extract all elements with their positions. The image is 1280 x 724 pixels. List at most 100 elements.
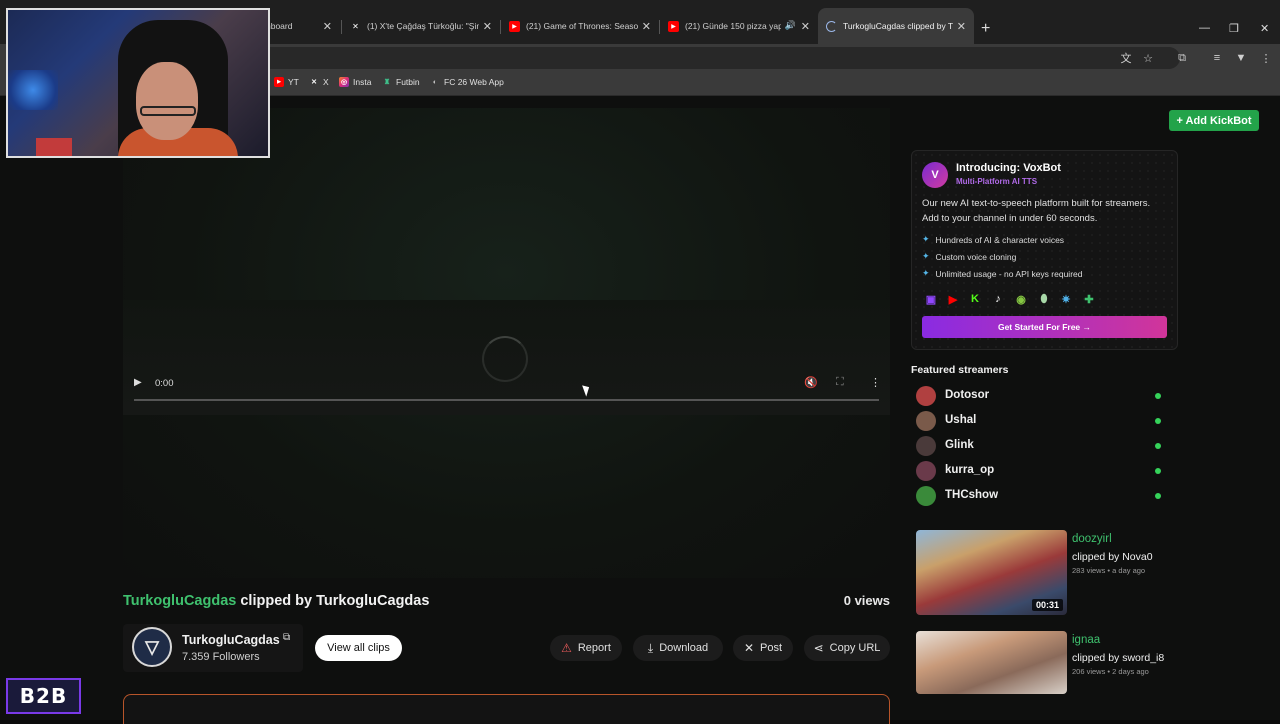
share-icon: ⋖ — [813, 641, 824, 655]
promo-feature: ✦ Unlimited usage - no API keys required — [922, 268, 1082, 279]
mute-icon[interactable]: 🔇 — [804, 376, 818, 389]
video-progress-bar[interactable] — [134, 399, 879, 401]
close-icon[interactable]: ✕ — [642, 20, 651, 33]
copy-url-button[interactable]: ⋖ Copy URL — [804, 635, 890, 661]
featured-streamer[interactable]: THCshow — [916, 486, 1166, 506]
loading-spinner-icon — [482, 336, 528, 382]
bookmark-futbin[interactable]: ♜ Futbin — [382, 77, 420, 87]
promo-feature: ✦ Custom voice cloning — [922, 251, 1016, 262]
pill-icon: ⬮ — [1040, 292, 1048, 305]
streamer-name: THCshow — [945, 489, 999, 501]
feature-label: Hundreds of AI & character voices — [935, 234, 1065, 245]
clip-thumbnail[interactable]: 00:31 — [916, 530, 1067, 615]
warning-icon: ⚠ — [561, 641, 572, 655]
view-all-clips-button[interactable]: View all clips — [315, 635, 402, 661]
add-kickbot-button[interactable]: + Add KickBot — [1169, 110, 1259, 131]
featured-streamer[interactable]: kurra_op — [916, 461, 1166, 481]
channel-logo-icon: ▽ — [145, 636, 159, 657]
bookmark-fc26[interactable]: ◐ FC 26 Web App — [430, 77, 504, 87]
bookmark-insta[interactable]: ◎ Insta — [339, 77, 371, 87]
close-icon[interactable]: ✕ — [483, 20, 492, 33]
bookmark-label: Insta — [353, 77, 372, 87]
profile-icon[interactable]: ▼ — [1235, 52, 1247, 64]
voxbot-logo-icon: V — [922, 162, 948, 188]
clip-title: TurkogluCagdas clipped by TurkogluCagdas — [123, 593, 429, 609]
live-indicator — [1155, 418, 1161, 424]
loading-spinner-icon — [826, 20, 837, 32]
avatar — [916, 411, 936, 431]
close-window-button[interactable]: ✕ — [1260, 22, 1269, 35]
maximize-button[interactable]: ❐ — [1229, 22, 1239, 35]
media-controls-icon[interactable]: ≡ — [1211, 52, 1223, 64]
streamer-name: kurra_op — [945, 464, 995, 476]
play-icon[interactable]: ▶ — [134, 377, 142, 388]
close-icon[interactable]: ✕ — [323, 20, 332, 33]
sparkle-icon: ✦ — [922, 234, 930, 244]
close-icon[interactable]: ✕ — [801, 20, 810, 33]
star-icon[interactable]: ☆ — [1142, 52, 1154, 65]
browser-tab[interactable]: ✕ (1) X'te Çağdaş Türkoğlu: "Şimd ✕ — [342, 8, 500, 44]
view-count: 0 views — [843, 593, 890, 608]
globe-icon: ◐ — [432, 78, 438, 86]
channel-avatar[interactable]: ▽ — [132, 627, 172, 667]
translate-icon[interactable]: 文 — [1120, 52, 1132, 65]
live-indicator — [1155, 468, 1161, 474]
new-tab-button[interactable]: + — [981, 20, 990, 38]
clip-thumbnail[interactable] — [916, 631, 1067, 694]
browser-tab[interactable]: ▶ (21) Günde 150 pizza yapıp 🔊 ✕ — [660, 8, 818, 44]
download-icon: ⤓ — [647, 640, 654, 655]
clip-channel-link[interactable]: TurkogluCagdas — [123, 593, 236, 609]
avatar — [916, 461, 936, 481]
promo-subtitle: Multi-Platform AI TTS — [956, 177, 1038, 186]
browser-tab[interactable]: nboard ✕ — [258, 8, 340, 44]
report-label: Report — [577, 642, 611, 654]
external-link-icon[interactable]: ⧉ — [283, 632, 290, 643]
featured-streamers-title: Featured streamers — [911, 364, 1009, 376]
report-button[interactable]: ⚠ Report — [550, 635, 622, 661]
close-icon[interactable]: ✕ — [957, 20, 966, 33]
browser-tab-active[interactable]: TurkogluCagdas clipped by Turk ✕ — [818, 8, 974, 44]
bookmark-x[interactable]: ✕ X — [309, 77, 329, 87]
x-icon: ✕ — [743, 641, 755, 655]
puzzle-icon: ✚ — [1084, 293, 1094, 306]
clip-clipped-by: clipped by TurkogluCagdas — [236, 593, 430, 609]
post-button[interactable]: ✕ Post — [733, 635, 793, 661]
promo-feature: ✦ Hundreds of AI & character voices — [922, 234, 1064, 245]
webcam-background-light — [8, 70, 58, 110]
download-button[interactable]: ⤓ Download — [633, 635, 723, 661]
address-bar[interactable] — [260, 47, 1180, 69]
extensions-icon[interactable]: ⧉ — [1176, 52, 1188, 64]
bookmark-yt[interactable]: ▶ YT — [274, 77, 299, 87]
youtube-icon: ▶ — [509, 20, 520, 32]
youtube-icon: ▶ — [668, 20, 679, 32]
featured-streamer[interactable]: Ushal — [916, 411, 1166, 431]
featured-streamer[interactable]: Dotosor — [916, 386, 1166, 406]
youtube-icon: ▶ — [274, 77, 284, 87]
download-label: Download — [659, 642, 709, 654]
live-indicator — [1155, 393, 1161, 399]
channel-name-link[interactable]: TurkogluCagdas — [182, 633, 280, 647]
copy-url-label: Copy URL — [829, 642, 881, 654]
promo-description: Our new AI text-to-speech platform built… — [922, 198, 1151, 224]
video-time: 0:00 — [155, 378, 174, 389]
rumble-icon: ◉ — [1016, 293, 1026, 306]
bookmark-label: FC 26 Web App — [444, 77, 504, 87]
get-started-button[interactable]: Get Started For Free → — [922, 316, 1167, 338]
bookmark-label: YT — [288, 77, 299, 87]
browser-tab[interactable]: ▶ (21) Game of Thrones: Season 6 ✕ — [501, 8, 659, 44]
futbin-icon: ♜ — [383, 79, 391, 86]
featured-streamer[interactable]: Glink — [916, 436, 1166, 456]
more-options-icon[interactable]: ⋮ — [870, 376, 881, 389]
twitch-icon: ▣ — [925, 293, 937, 306]
feature-label: Unlimited usage - no API keys required — [935, 268, 1083, 279]
minimize-button[interactable]: — — [1199, 22, 1210, 34]
clip-channel-link[interactable]: ignaa — [1072, 634, 1100, 646]
streamer-glasses — [140, 106, 196, 116]
webcam-overlay — [6, 8, 270, 158]
live-indicator — [1155, 443, 1161, 449]
speaker-icon[interactable]: 🔊 — [785, 20, 796, 31]
follower-count: 7.359 Followers — [182, 651, 260, 663]
menu-icon[interactable]: ⋮ — [1260, 52, 1272, 65]
fullscreen-icon[interactable]: ⛶ — [836, 376, 844, 389]
clip-channel-link[interactable]: doozyirl — [1072, 533, 1112, 545]
